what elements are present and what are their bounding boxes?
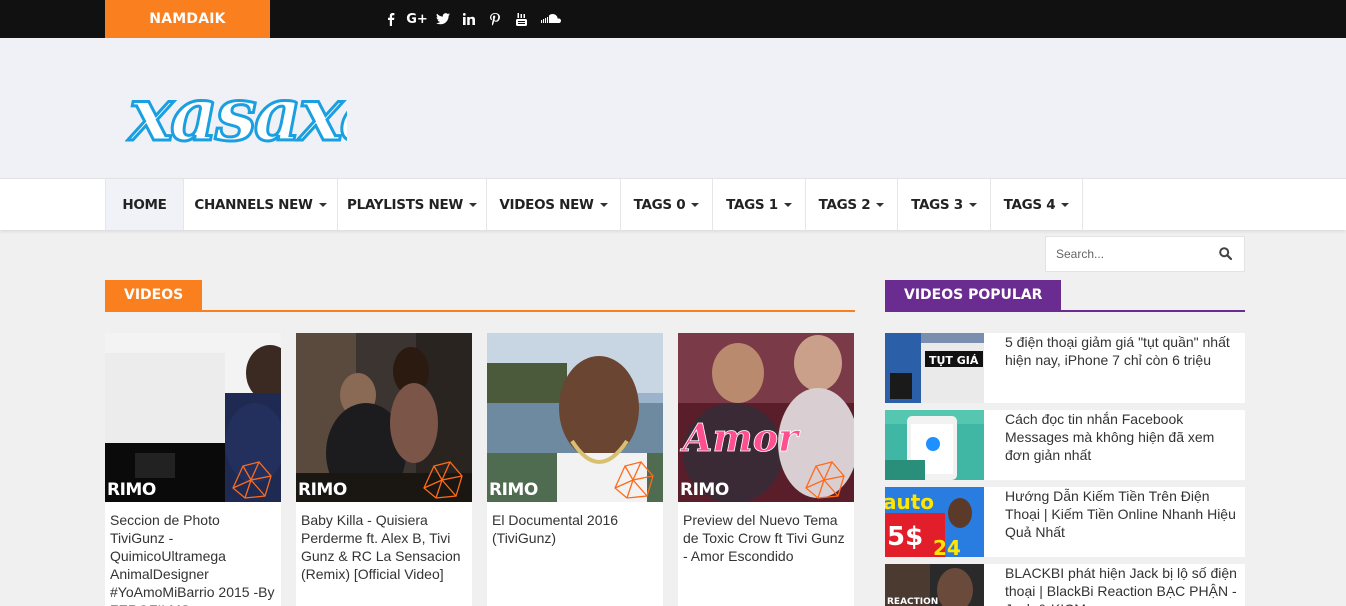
logo-watermark-icon <box>805 461 845 499</box>
svg-text:auto: auto <box>885 490 934 514</box>
nav-item-label: TAGS 3 <box>911 196 963 213</box>
site-name-link[interactable]: NAMDAIK <box>105 0 270 38</box>
svg-text:xasaxa: xasaxa <box>127 72 347 158</box>
site-header: xasaxa <box>0 38 1346 178</box>
nav-item-label: TAGS 1 <box>726 196 778 213</box>
video-title[interactable]: Baby Killa - Quisiera Perderme ft. Alex … <box>296 502 472 583</box>
videos-section-heading: VIDEOS <box>105 280 855 312</box>
main-nav: HOME CHANNELS NEW PLAYLISTS NEW VIDEOS NEW T… <box>0 178 1346 230</box>
watermark-text: RIMO <box>298 480 347 500</box>
popular-thumbnail[interactable]: auto 5$ 24 <box>885 487 984 557</box>
popular-item[interactable]: Cách đọc tin nhắn Facebook Messages mà k… <box>885 410 1245 480</box>
nav-item-home[interactable]: HOME <box>106 179 184 230</box>
svg-text:Amor: Amor <box>680 415 801 460</box>
search-input[interactable] <box>1046 247 1206 261</box>
video-thumbnail[interactable]: Amor RIMO <box>678 333 854 502</box>
popular-title[interactable]: Hướng Dẫn Kiếm Tiền Trên Điện Thoại | Ki… <box>984 487 1245 557</box>
video-thumbnail[interactable]: RIMO <box>105 333 281 502</box>
logo-watermark-icon <box>614 461 654 499</box>
popular-heading-underline <box>885 310 1245 312</box>
svg-text:5$: 5$ <box>887 522 923 552</box>
nav-item-tags-1[interactable]: TAGS 1 <box>713 179 806 230</box>
watermark-text: RIMO <box>107 480 156 500</box>
facebook-icon[interactable] <box>378 0 404 38</box>
nav-item-label: VIDEOS NEW <box>499 196 594 213</box>
site-logo[interactable]: xasaxa <box>125 68 348 159</box>
popular-section-heading: VIDEOS POPULAR <box>885 280 1245 312</box>
video-card[interactable]: RIMO Baby Killa - Quisiera Perderme ft. … <box>296 333 472 606</box>
search-box <box>1045 236 1245 272</box>
video-title[interactable]: Preview del Nuevo Tema de Toxic Crow ft … <box>678 502 854 565</box>
videos-heading[interactable]: VIDEOS <box>105 280 203 310</box>
caret-down-icon <box>783 202 792 207</box>
nav-item-label: HOME <box>122 196 167 213</box>
caret-down-icon <box>468 202 477 207</box>
nav-item-videos-new[interactable]: VIDEOS NEW <box>487 179 621 230</box>
popular-item[interactable]: TỤT GIÁ 5 điện thoại giảm giá "tụt quần"… <box>885 333 1245 403</box>
twitter-icon[interactable] <box>430 0 456 38</box>
pinterest-icon[interactable] <box>482 0 508 38</box>
svg-text:REACTION: REACTION <box>887 597 938 606</box>
popular-thumbnail[interactable]: TỤT GIÁ <box>885 333 984 403</box>
search-icon[interactable] <box>1219 247 1232 260</box>
video-title[interactable]: Seccion de Photo TiviGunz - QuimicoUltra… <box>105 502 281 606</box>
linkedin-icon[interactable] <box>456 0 482 38</box>
logo-watermark-icon <box>232 461 272 499</box>
social-links: G+ <box>378 0 568 38</box>
watermark-text: RIMO <box>680 480 729 500</box>
svg-text:TỤT GIÁ: TỤT GIÁ <box>929 354 979 367</box>
video-thumbnail[interactable]: RIMO <box>487 333 663 502</box>
logo-watermark-icon <box>423 461 463 499</box>
nav-item-label: PLAYLISTS NEW <box>347 196 463 213</box>
popular-thumbnail[interactable]: REACTION <box>885 564 984 606</box>
videos-heading-underline <box>105 310 855 312</box>
popular-item[interactable]: auto 5$ 24 Hướng Dẫn Kiếm Tiền Trên Điện T… <box>885 487 1245 557</box>
popular-heading[interactable]: VIDEOS POPULAR <box>885 280 1062 310</box>
google-plus-icon[interactable]: G+ <box>404 0 430 38</box>
nav-item-playlists-new[interactable]: PLAYLISTS NEW <box>338 179 487 230</box>
video-title[interactable]: El Documental 2016 (TiviGunz) <box>487 502 663 547</box>
svg-text:24: 24 <box>933 536 961 557</box>
top-bar: NAMDAIK G+ <box>0 0 1346 38</box>
video-card[interactable]: RIMO Seccion de Photo TiviGunz - Quimico… <box>105 333 281 606</box>
video-thumbnail[interactable]: RIMO <box>296 333 472 502</box>
nav-item-label: TAGS 2 <box>818 196 871 213</box>
watermark-text: RIMO <box>489 480 538 500</box>
nav-item-tags-0[interactable]: TAGS 0 <box>621 179 713 230</box>
nav-item-label: TAGS 0 <box>633 196 686 213</box>
popular-item[interactable]: REACTION BLACKBI phát hiện Jack bị lộ số… <box>885 564 1245 606</box>
caret-down-icon <box>1061 202 1070 207</box>
nav-item-tags-4[interactable]: TAGS 4 <box>991 179 1083 230</box>
soundcloud-icon[interactable] <box>534 0 568 38</box>
nav-item-label: CHANNELS NEW <box>194 196 313 213</box>
popular-title[interactable]: 5 điện thoại giảm giá "tụt quần" nhất hi… <box>984 333 1245 403</box>
caret-down-icon <box>691 202 700 207</box>
caret-down-icon <box>968 202 977 207</box>
video-card[interactable]: Amor RIMO Preview del Nuevo Tema de Toxi… <box>678 333 854 606</box>
popular-title[interactable]: Cách đọc tin nhắn Facebook Messages mà k… <box>984 410 1245 480</box>
caret-down-icon <box>318 202 327 207</box>
caret-down-icon <box>876 202 885 207</box>
nav-item-label: TAGS 4 <box>1003 196 1056 213</box>
video-card[interactable]: RIMO El Documental 2016 (TiviGunz) <box>487 333 663 606</box>
nav-item-tags-2[interactable]: TAGS 2 <box>806 179 898 230</box>
nav-item-channels-new[interactable]: CHANNELS NEW <box>184 179 338 230</box>
nav-item-tags-3[interactable]: TAGS 3 <box>898 179 991 230</box>
youtube-icon[interactable] <box>508 0 534 38</box>
caret-down-icon <box>599 202 608 207</box>
popular-title[interactable]: BLACKBI phát hiện Jack bị lộ số điện tho… <box>984 564 1245 606</box>
popular-thumbnail[interactable] <box>885 410 984 480</box>
